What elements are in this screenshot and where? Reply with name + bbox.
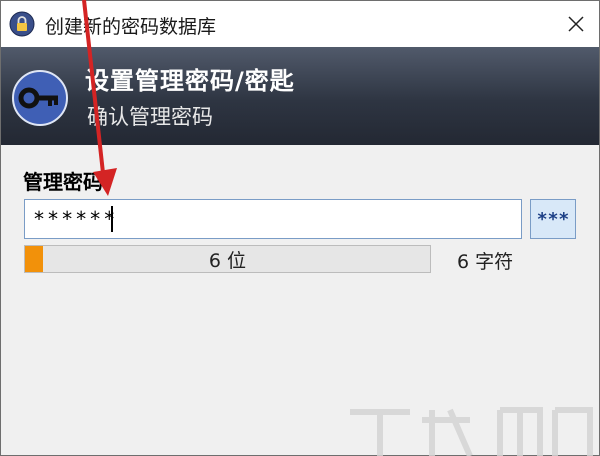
title-bar: 创建新的密码数据库 bbox=[1, 1, 599, 47]
lock-icon bbox=[9, 11, 35, 37]
dialog-window: 创建新的密码数据库 设置管理密码/密匙 确认管理密码 管理密码： *** 6 位… bbox=[0, 0, 600, 456]
show-password-button[interactable]: *** bbox=[530, 199, 576, 239]
header-banner: 设置管理密码/密匙 确认管理密码 bbox=[1, 47, 599, 145]
text-caret bbox=[111, 206, 113, 232]
master-password-label: 管理密码： bbox=[23, 170, 123, 194]
window-title: 创建新的密码数据库 bbox=[45, 16, 217, 38]
character-count: 6 字符 bbox=[457, 251, 514, 273]
banner-title: 设置管理密码/密匙 bbox=[85, 67, 295, 95]
master-password-input[interactable] bbox=[24, 199, 522, 239]
quality-bits-text: 6 位 bbox=[208, 249, 247, 272]
close-icon bbox=[568, 16, 584, 32]
password-quality-bar: 6 位 bbox=[24, 245, 431, 273]
close-button[interactable] bbox=[553, 1, 599, 47]
banner-subtitle: 确认管理密码 bbox=[87, 105, 213, 129]
key-icon bbox=[11, 69, 69, 127]
